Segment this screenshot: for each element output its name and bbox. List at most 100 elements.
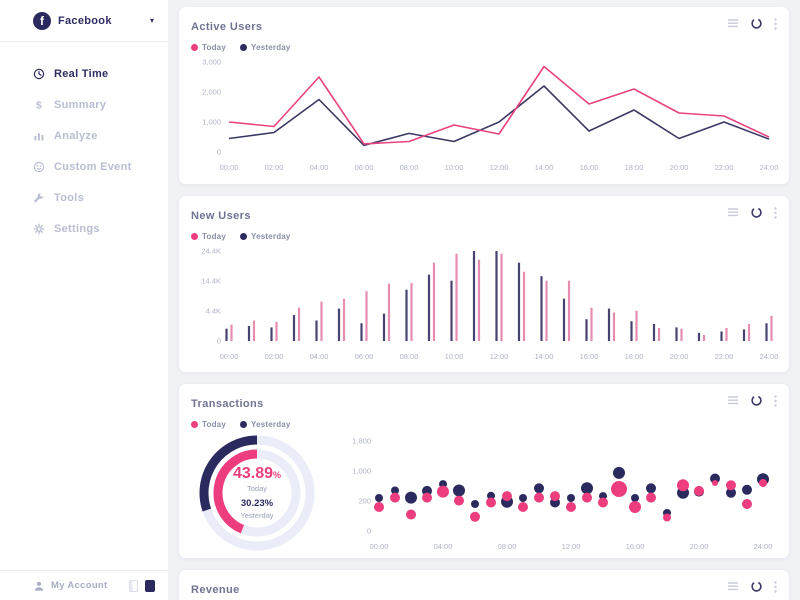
refresh-icon[interactable] <box>750 580 763 593</box>
svg-text:20:00: 20:00 <box>690 542 709 551</box>
kebab-icon[interactable] <box>774 207 777 219</box>
svg-text:1,800: 1,800 <box>352 437 371 446</box>
card-actions <box>728 206 777 219</box>
svg-text:22:00: 22:00 <box>715 352 734 361</box>
refresh-icon[interactable] <box>750 394 763 407</box>
sidebar-item-label: Summary <box>54 99 106 111</box>
card-title: Revenue <box>191 584 240 596</box>
today-dot-icon <box>191 44 198 51</box>
new-users-card: New Users Today Yesterday 04.4K14.4K24.4 <box>178 195 790 373</box>
legend-today[interactable]: Today <box>191 43 226 52</box>
svg-text:04:00: 04:00 <box>434 542 453 551</box>
svg-text:00:00: 00:00 <box>220 352 239 361</box>
svg-text:22:00: 22:00 <box>715 163 734 172</box>
transactions-card: Transactions Today Yesterday <box>178 383 790 559</box>
today-dot-icon <box>191 421 198 428</box>
refresh-icon[interactable] <box>750 17 763 30</box>
refresh-icon[interactable] <box>750 206 763 219</box>
svg-text:1,000: 1,000 <box>352 467 371 476</box>
svg-text:14.4K: 14.4K <box>201 277 221 286</box>
kebab-icon[interactable] <box>774 395 777 407</box>
svg-text:200: 200 <box>358 497 371 506</box>
sidebar-item-real-time[interactable]: Real Time <box>0 58 168 89</box>
donut-center-labels: 43.89% Today 30.23% Yesterday <box>217 453 297 533</box>
workspace-selector[interactable]: f Facebook ▾ <box>0 0 168 42</box>
svg-text:12:00: 12:00 <box>562 542 581 551</box>
svg-text:12:00: 12:00 <box>490 352 509 361</box>
menu-icon[interactable] <box>728 582 739 591</box>
legend-yesterday[interactable]: Yesterday <box>240 420 291 429</box>
sidebar-item-analyze[interactable]: Analyze <box>0 120 168 151</box>
facebook-logo-icon: f <box>33 12 51 30</box>
yesterday-label: Yesterday <box>240 511 273 520</box>
svg-text:02:00: 02:00 <box>265 163 284 172</box>
sidebar-item-tools[interactable]: Tools <box>0 182 168 213</box>
sidebar: f Facebook ▾ Real Time $ Summary Analyze <box>0 0 168 600</box>
smiley-icon <box>33 161 45 173</box>
svg-text:$: $ <box>36 100 42 111</box>
svg-text:18:00: 18:00 <box>625 163 644 172</box>
yesterday-dot-icon <box>240 421 247 428</box>
svg-text:14:00: 14:00 <box>535 163 554 172</box>
svg-text:10:00: 10:00 <box>445 352 464 361</box>
transactions-content: 43.89% Today 30.23% Yesterday 0 200 1,000 1… <box>179 429 789 557</box>
kebab-icon[interactable] <box>774 18 777 30</box>
svg-text:20:00: 20:00 <box>670 163 689 172</box>
chart-legend: Today Yesterday <box>179 224 789 241</box>
active-users-line-chart: 01,0002,0003,00000:0002:0004:0006:0008:0… <box>189 52 781 178</box>
svg-text:0: 0 <box>367 527 371 536</box>
svg-text:08:00: 08:00 <box>498 542 517 551</box>
sidebar-item-summary[interactable]: $ Summary <box>0 89 168 120</box>
svg-text:04:00: 04:00 <box>310 163 329 172</box>
panel-toggle-dark-icon[interactable] <box>145 580 155 592</box>
svg-text:08:00: 08:00 <box>400 352 419 361</box>
panel-toggle-light-icon[interactable] <box>129 580 138 592</box>
bar-chart-icon <box>33 130 45 142</box>
chart-legend: Today Yesterday <box>179 412 789 429</box>
new-users-bar-chart: 04.4K14.4K24.4K00:0002:0004:0006:0008:00… <box>189 241 781 367</box>
svg-text:24:00: 24:00 <box>760 352 779 361</box>
menu-icon[interactable] <box>728 208 739 217</box>
view-toggles <box>129 580 155 592</box>
wrench-icon <box>33 192 45 204</box>
legend-yesterday[interactable]: Yesterday <box>240 232 291 241</box>
legend-today[interactable]: Today <box>191 232 226 241</box>
svg-text:00:00: 00:00 <box>220 163 239 172</box>
yesterday-dot-icon <box>240 44 247 51</box>
gear-icon <box>33 223 45 235</box>
chart-legend: Today Yesterday <box>179 35 789 52</box>
sidebar-item-settings[interactable]: Settings <box>0 213 168 244</box>
svg-text:02:00: 02:00 <box>265 352 284 361</box>
card-actions <box>728 17 777 30</box>
sidebar-item-label: Analyze <box>54 130 98 142</box>
svg-text:16:00: 16:00 <box>626 542 645 551</box>
svg-text:06:00: 06:00 <box>355 352 374 361</box>
sidebar-menu: Real Time $ Summary Analyze Custom Even <box>0 42 168 244</box>
transactions-donut: 43.89% Today 30.23% Yesterday <box>189 431 339 557</box>
svg-text:24:00: 24:00 <box>760 163 779 172</box>
sidebar-footer: My Account <box>0 570 168 600</box>
legend-today[interactable]: Today <box>191 420 226 429</box>
dollar-icon: $ <box>33 99 45 111</box>
menu-icon[interactable] <box>728 19 739 28</box>
svg-text:16:00: 16:00 <box>580 352 599 361</box>
svg-text:08:00: 08:00 <box>400 163 419 172</box>
revenue-card: Revenue <box>178 569 790 600</box>
today-percentage: 43.89% <box>233 466 281 482</box>
person-icon <box>33 580 45 592</box>
sidebar-item-custom-event[interactable]: Custom Event <box>0 151 168 182</box>
svg-text:04:00: 04:00 <box>310 352 329 361</box>
card-actions <box>728 580 777 593</box>
yesterday-percentage: 30.23% <box>241 498 273 509</box>
svg-text:0: 0 <box>217 337 221 346</box>
kebab-icon[interactable] <box>774 581 777 593</box>
menu-icon[interactable] <box>728 396 739 405</box>
transactions-scatter-chart: 0 200 1,000 1,800 00:00 04:00 08:00 12:00 16:00 2… <box>339 431 777 557</box>
svg-text:00:00: 00:00 <box>370 542 389 551</box>
yesterday-dot-icon <box>240 233 247 240</box>
chevron-down-icon: ▾ <box>150 16 154 25</box>
my-account-button[interactable]: My Account <box>51 580 107 591</box>
dashboard: Active Users Today Yesterday 01,0002,000 <box>178 0 800 600</box>
workspace-name: Facebook <box>58 15 112 27</box>
legend-yesterday[interactable]: Yesterday <box>240 43 291 52</box>
